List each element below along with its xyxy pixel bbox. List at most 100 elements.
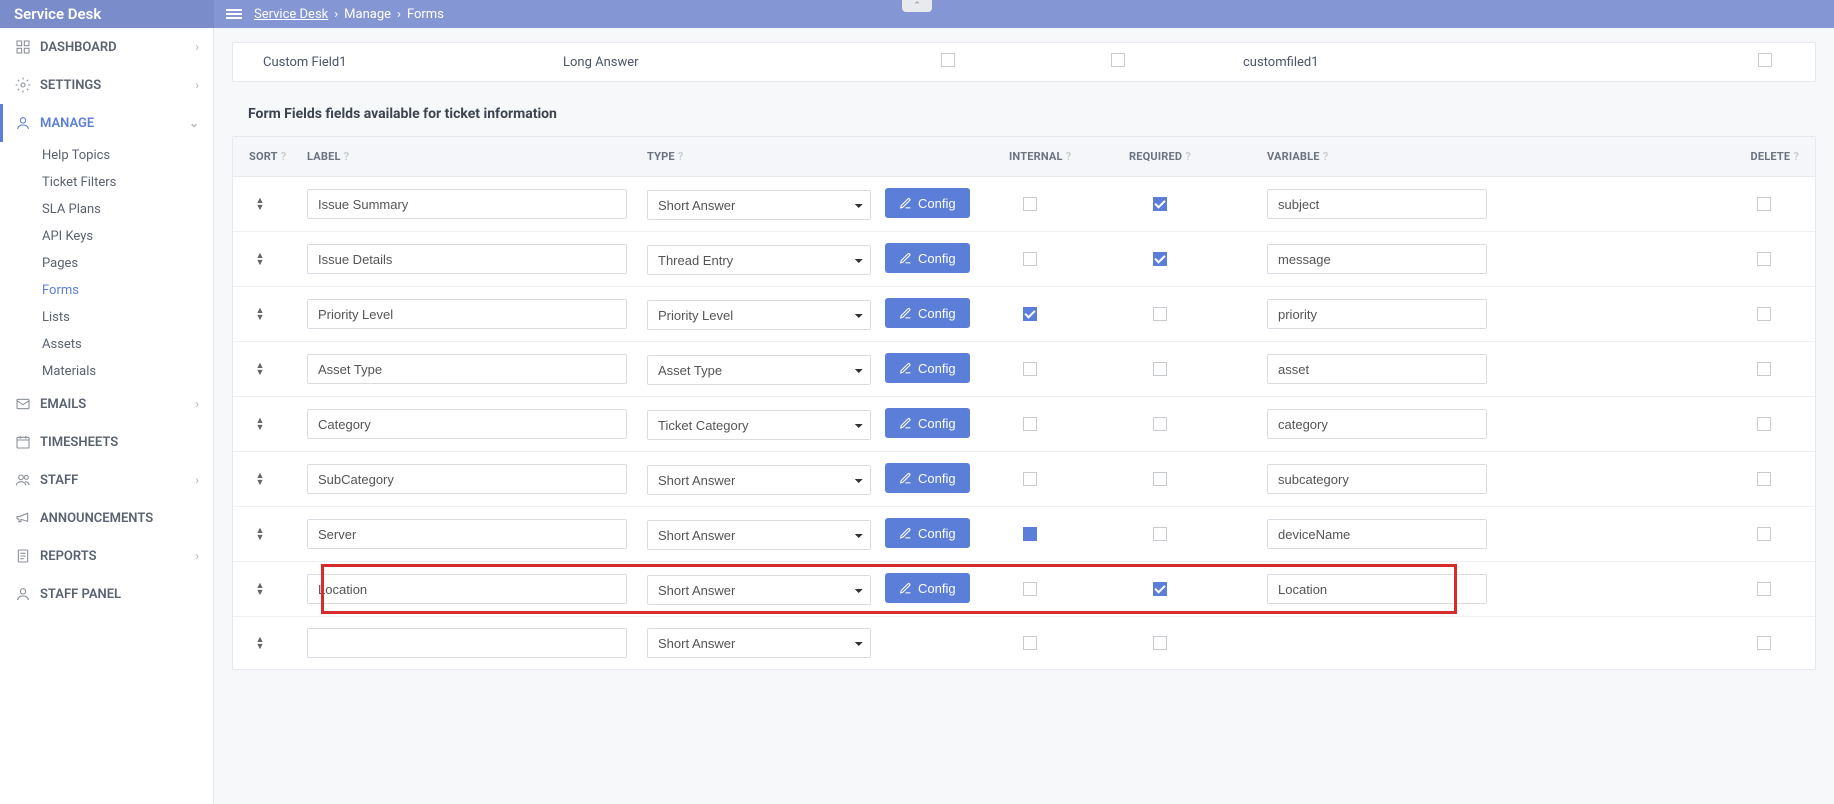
required-checkbox[interactable] (1153, 362, 1167, 376)
variable-input[interactable] (1267, 244, 1487, 274)
type-select[interactable]: Thread Entry (647, 245, 871, 275)
delete-checkbox[interactable] (1757, 582, 1771, 596)
label-input[interactable] (307, 354, 627, 384)
nav-sub-assets[interactable]: Assets (0, 331, 213, 358)
nav-sub-materials[interactable]: Materials (0, 358, 213, 385)
config-button[interactable]: Config (885, 353, 970, 383)
custom-field-checkbox-1[interactable] (941, 53, 955, 67)
menu-icon[interactable] (226, 9, 242, 19)
config-button[interactable]: Config (885, 298, 970, 328)
internal-checkbox[interactable] (1023, 636, 1037, 650)
required-checkbox[interactable] (1153, 472, 1167, 486)
nav-sub-lists[interactable]: Lists (0, 304, 213, 331)
required-checkbox[interactable] (1153, 417, 1167, 431)
help-icon[interactable]: ? (678, 150, 684, 163)
internal-checkbox[interactable] (1023, 197, 1037, 211)
label-input[interactable] (307, 409, 627, 439)
help-icon[interactable]: ? (1066, 150, 1072, 163)
internal-checkbox[interactable] (1023, 362, 1037, 376)
config-button[interactable]: Config (885, 573, 970, 603)
sort-handle-icon[interactable]: ▲▼ (249, 194, 271, 216)
type-select[interactable]: Short Answer (647, 628, 871, 658)
nav-manage[interactable]: MANAGE ⌄ (0, 104, 213, 142)
delete-checkbox[interactable] (1757, 197, 1771, 211)
breadcrumb-root[interactable]: Service Desk (254, 7, 328, 22)
label-input[interactable] (307, 519, 627, 549)
sort-handle-icon[interactable]: ▲▼ (249, 524, 271, 546)
collapse-handle-icon[interactable]: ⌃ (902, 0, 932, 12)
label-input[interactable] (307, 299, 627, 329)
config-button[interactable]: Config (885, 518, 970, 548)
config-button[interactable]: Config (885, 463, 970, 493)
nav-staff-panel[interactable]: STAFF PANEL (0, 575, 213, 613)
label-input[interactable] (307, 464, 627, 494)
type-select[interactable]: Ticket Category (647, 410, 871, 440)
required-checkbox[interactable] (1153, 582, 1167, 596)
sort-handle-icon[interactable]: ▲▼ (249, 414, 271, 436)
internal-checkbox[interactable] (1023, 307, 1037, 321)
nav-timesheets[interactable]: TIMESHEETS (0, 423, 213, 461)
nav-sub-pages[interactable]: Pages (0, 250, 213, 277)
variable-input[interactable] (1267, 354, 1487, 384)
nav-sub-sla-plans[interactable]: SLA Plans (0, 196, 213, 223)
variable-input[interactable] (1267, 299, 1487, 329)
help-icon[interactable]: ? (344, 150, 350, 163)
variable-input[interactable] (1267, 409, 1487, 439)
delete-checkbox[interactable] (1757, 527, 1771, 541)
internal-checkbox[interactable] (1023, 527, 1037, 541)
required-checkbox[interactable] (1153, 197, 1167, 211)
type-select[interactable]: Short Answer (647, 520, 871, 550)
variable-input[interactable] (1267, 574, 1487, 604)
internal-checkbox[interactable] (1023, 417, 1037, 431)
config-button[interactable]: Config (885, 243, 970, 273)
type-select[interactable]: Short Answer (647, 190, 871, 220)
help-icon[interactable]: ? (1185, 150, 1191, 163)
sort-handle-icon[interactable]: ▲▼ (249, 304, 271, 326)
config-button[interactable]: Config (885, 408, 970, 438)
required-checkbox[interactable] (1153, 527, 1167, 541)
internal-checkbox[interactable] (1023, 582, 1037, 596)
delete-checkbox[interactable] (1757, 307, 1771, 321)
nav-staff[interactable]: STAFF › (0, 461, 213, 499)
nav-sub-help-topics[interactable]: Help Topics (0, 142, 213, 169)
label-input[interactable] (307, 244, 627, 274)
custom-field-delete-checkbox[interactable] (1758, 53, 1772, 67)
delete-checkbox[interactable] (1757, 252, 1771, 266)
help-icon[interactable]: ? (1793, 150, 1799, 163)
nav-sub-forms[interactable]: Forms (0, 277, 213, 304)
sort-handle-icon[interactable]: ▲▼ (249, 469, 271, 491)
required-checkbox[interactable] (1153, 307, 1167, 321)
label-input[interactable] (307, 628, 627, 658)
nav-reports[interactable]: REPORTS › (0, 537, 213, 575)
nav-dashboard[interactable]: DASHBOARD › (0, 28, 213, 66)
required-checkbox[interactable] (1153, 252, 1167, 266)
type-select[interactable]: Short Answer (647, 465, 871, 495)
nav-emails[interactable]: EMAILS › (0, 385, 213, 423)
delete-checkbox[interactable] (1757, 472, 1771, 486)
internal-checkbox[interactable] (1023, 252, 1037, 266)
help-icon[interactable]: ? (281, 150, 287, 163)
custom-field-checkbox-2[interactable] (1111, 53, 1125, 67)
sort-handle-icon[interactable]: ▲▼ (249, 579, 271, 601)
help-icon[interactable]: ? (1323, 150, 1329, 163)
internal-checkbox[interactable] (1023, 472, 1037, 486)
label-input[interactable] (307, 189, 627, 219)
nav-settings[interactable]: SETTINGS › (0, 66, 213, 104)
type-select[interactable]: Asset Type (647, 355, 871, 385)
variable-input[interactable] (1267, 519, 1487, 549)
sort-handle-icon[interactable]: ▲▼ (249, 359, 271, 381)
delete-checkbox[interactable] (1757, 417, 1771, 431)
variable-input[interactable] (1267, 189, 1487, 219)
required-checkbox[interactable] (1153, 636, 1167, 650)
label-input[interactable] (307, 574, 627, 604)
nav-sub-api-keys[interactable]: API Keys (0, 223, 213, 250)
type-select[interactable]: Priority Level (647, 300, 871, 330)
nav-sub-ticket-filters[interactable]: Ticket Filters (0, 169, 213, 196)
config-button[interactable]: Config (885, 188, 970, 218)
sort-handle-icon[interactable]: ▲▼ (249, 249, 271, 271)
type-select[interactable]: Short Answer (647, 575, 871, 605)
delete-checkbox[interactable] (1757, 636, 1771, 650)
sort-handle-icon[interactable]: ▲▼ (249, 633, 271, 655)
variable-input[interactable] (1267, 464, 1487, 494)
delete-checkbox[interactable] (1757, 362, 1771, 376)
